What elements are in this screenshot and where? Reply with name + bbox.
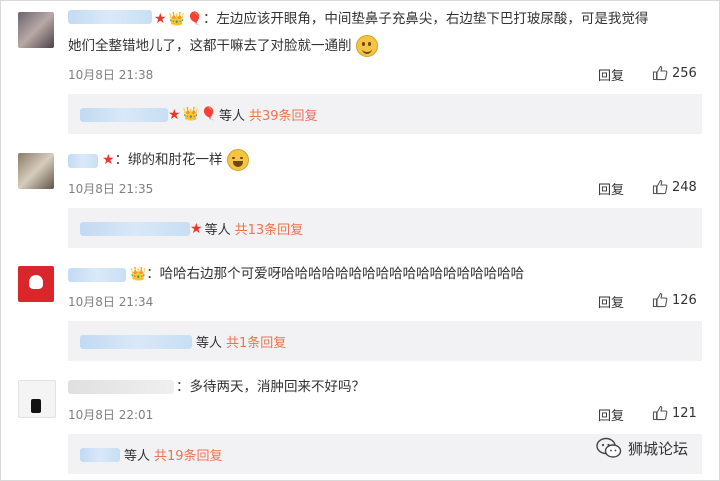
like-count: 256	[672, 65, 697, 81]
reply-button[interactable]: 回复	[598, 65, 624, 84]
comment-text-line: ：多待两天，消肿回来不好吗？	[176, 379, 365, 395]
star-badge-icon: ★	[168, 106, 181, 123]
sub-replies-label: 等人	[196, 336, 223, 351]
crown-badge-icon: 👑	[168, 12, 185, 27]
like-count: 121	[672, 405, 697, 421]
comment-time: 10月8日 21:35	[68, 182, 154, 196]
reply-button[interactable]: 回复	[598, 292, 624, 311]
avatar[interactable]	[18, 380, 56, 418]
smile-emoji-icon	[355, 35, 378, 57]
comment-text-line: ：左边应该开眼角，中间垫鼻子充鼻尖，右边垫下巴打玻尿酸，可是我觉得	[202, 11, 649, 27]
reply-users-blurred	[80, 221, 190, 236]
star-badge-icon: ★	[190, 220, 203, 237]
more-replies-link[interactable]: 共1条回复	[226, 332, 286, 351]
watermark-text: 狮城论坛	[628, 439, 689, 458]
comment-text: ★：绑的和肘花一样	[68, 147, 249, 173]
sub-replies-box: 等人 共1条回复	[68, 321, 702, 361]
like-button[interactable]: 121	[652, 405, 697, 421]
reply-users-blurred	[80, 107, 168, 122]
like-button[interactable]: 248	[652, 179, 697, 195]
sub-replies-box: ★ 👑 🎈 等人 共39条回复	[68, 94, 702, 134]
sub-replies-box: ★ 等人 共13条回复	[68, 208, 702, 248]
comment-text-line: 她们全整错地儿了，这都干嘛去了对脸就一通削	[68, 38, 352, 54]
more-replies-link[interactable]: 共39条回复	[249, 105, 318, 124]
reply-button[interactable]: 回复	[598, 405, 624, 424]
thumbs-up-icon	[652, 292, 668, 308]
balloon-badge-icon: 🎈	[200, 107, 217, 122]
avatar-figure	[31, 399, 41, 413]
reply-users-blurred	[80, 447, 120, 462]
comment-time: 10月8日 22:01	[68, 408, 154, 422]
like-count: 126	[672, 292, 697, 308]
avatar[interactable]	[18, 153, 54, 189]
avatar[interactable]	[18, 12, 54, 48]
comment-text: ：多待两天，消肿回来不好吗？	[68, 374, 365, 400]
more-replies-link[interactable]: 共13条回复	[235, 219, 304, 238]
crown-badge-icon: 👑	[182, 107, 199, 122]
wechat-icon	[596, 437, 622, 458]
thumbs-up-icon	[652, 179, 668, 195]
avatar-figure	[29, 275, 43, 289]
reply-button[interactable]: 回复	[598, 179, 624, 198]
like-count: 248	[672, 179, 697, 195]
sub-replies-label: 等人	[124, 449, 151, 464]
avatar[interactable]	[18, 266, 54, 302]
sub-replies-label: 等人	[204, 223, 231, 238]
crown-badge-icon: 👑	[130, 267, 147, 282]
star-badge-icon: ★	[154, 11, 167, 27]
like-button[interactable]: 256	[652, 65, 697, 81]
star-badge-icon: ★	[102, 152, 115, 168]
comment-time: 10月8日 21:38	[68, 68, 154, 82]
comment-text: 👑：哈哈右边那个可爱呀哈哈哈哈哈哈哈哈哈哈哈哈哈哈哈哈哈哈	[68, 261, 524, 288]
reply-users-blurred	[80, 334, 192, 349]
like-button[interactable]: 126	[652, 292, 697, 308]
comment-time: 10月8日 21:34	[68, 295, 154, 309]
more-replies-link[interactable]: 共19条回复	[154, 445, 223, 464]
comment-text-line: ：绑的和肘花一样	[114, 152, 223, 168]
watermark: 狮城论坛	[596, 437, 688, 459]
comment-text: ★ 👑 🎈：左边应该开眼角，中间垫鼻子充鼻尖，右边垫下巴打玻尿酸，可是我觉得 她们全…	[68, 6, 648, 59]
thumbs-up-icon	[652, 405, 668, 421]
balloon-badge-icon: 🎈	[186, 12, 203, 27]
laugh-cry-emoji-icon	[226, 149, 249, 171]
thumbs-up-icon	[652, 65, 668, 81]
comment-text-line: ：哈哈右边那个可爱呀哈哈哈哈哈哈哈哈哈哈哈哈哈哈哈哈哈哈	[146, 266, 525, 282]
sub-replies-label: 等人	[218, 109, 245, 124]
